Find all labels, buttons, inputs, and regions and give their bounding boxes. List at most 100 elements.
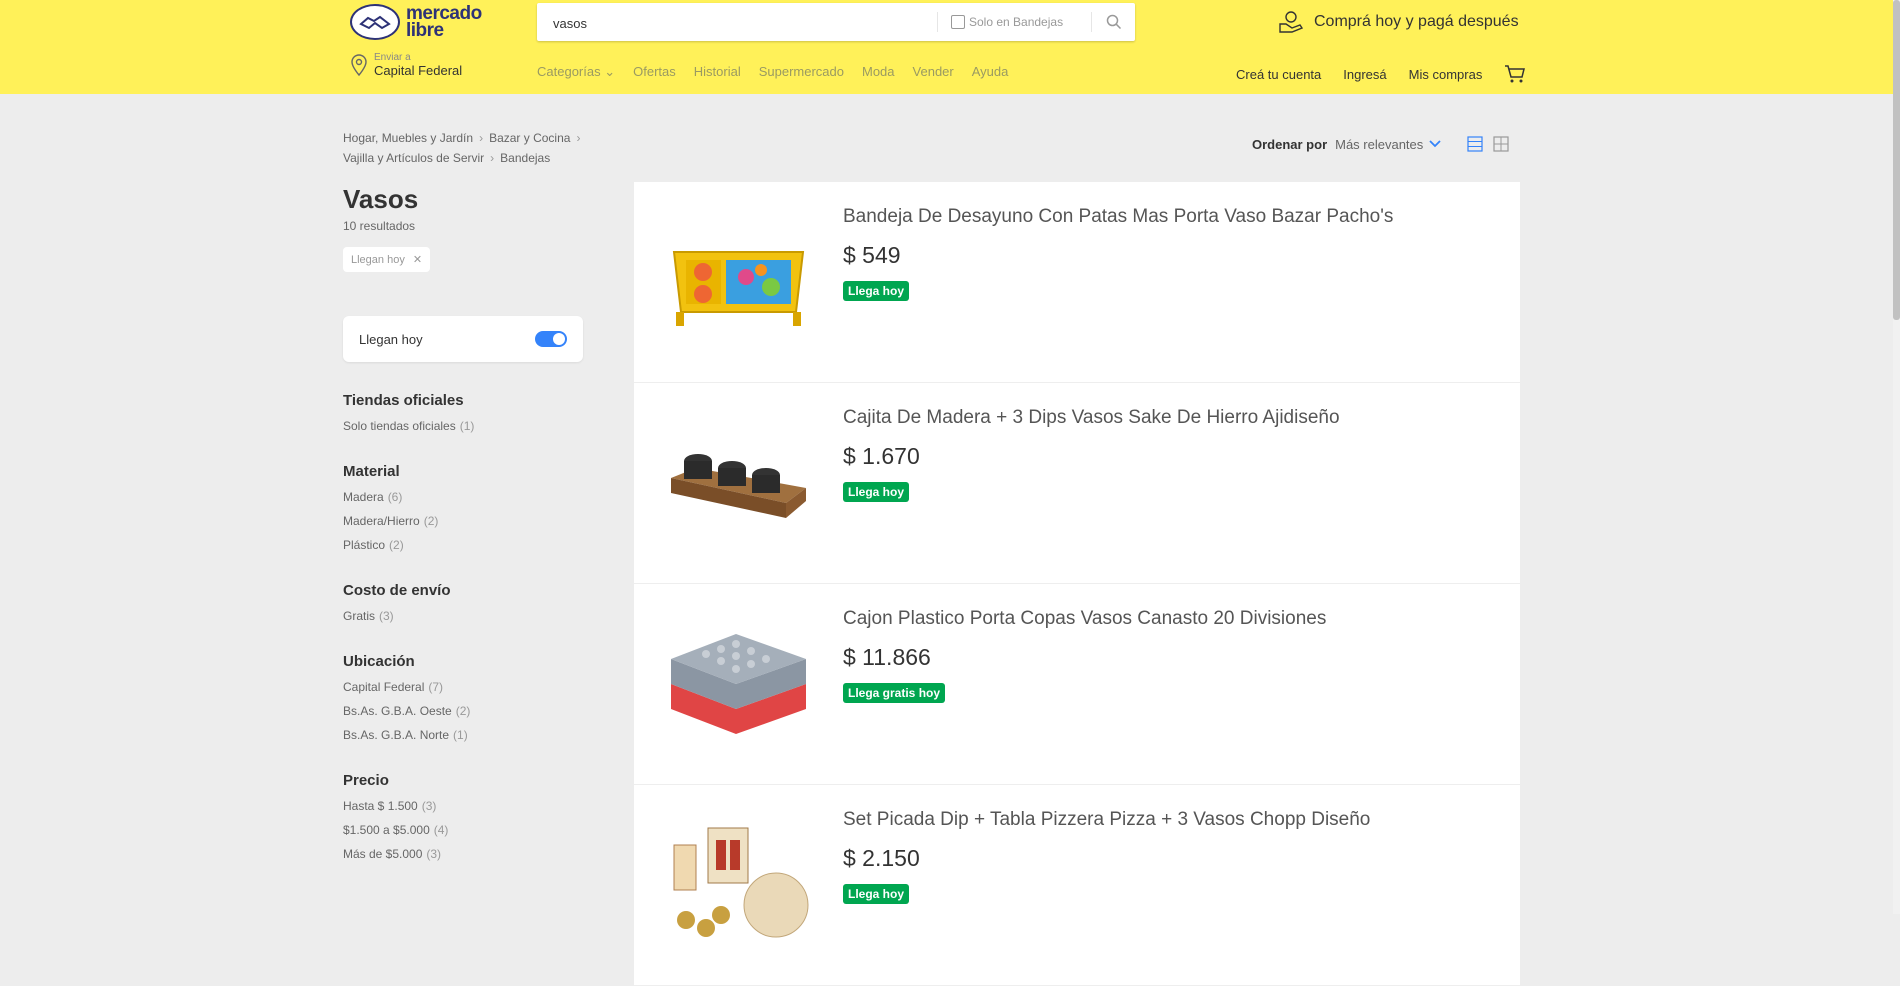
filter-option[interactable]: Capital Federal (7) [343,680,583,694]
filter-group-precio: Precio Hasta $ 1.500 (3) $1.500 a $5.000(… [343,772,583,861]
product-title[interactable]: Bandeja De Desayuno Con Patas Mas Porta … [843,206,1393,228]
filter-group-tiendas: Tiendas oficiales Solo tiendas oficiales… [343,392,583,433]
promo-text: Comprá hoy y pagá después [1314,13,1519,30]
user-nav: Creá tu cuenta Ingresá Mis compras [1236,64,1526,84]
filter-group-envio: Costo de envío Gratis (3) [343,582,583,623]
filters-sidebar: Vasos 10 resultados Llegan hoy ✕ Llegan … [343,184,583,861]
product-title[interactable]: Cajon Plastico Porta Copas Vasos Canasto… [843,608,1326,630]
checkbox-label: Solo en Bandejas [969,15,1064,29]
llegan-hoy-toggle-card: Llegan hoy [343,316,583,362]
product-title[interactable]: Cajita De Madera + 3 Dips Vasos Sake De … [843,407,1340,429]
search-category-checkbox[interactable]: Solo en Bandejas [951,15,1063,29]
product-title[interactable]: Set Picada Dip + Tabla Pizzera Pizza + 3… [843,809,1370,831]
toggle-label: Llegan hoy [359,331,423,347]
filter-title: Tiendas oficiales [343,392,464,409]
product-image[interactable] [666,614,811,754]
shipping-badge: Llega hoy [843,281,910,301]
filter-option[interactable]: Más de $5.000 (3) [343,847,583,861]
nav-vender[interactable]: Vender [913,64,954,80]
filter-option[interactable]: Hasta $ 1.500 (3) [343,799,583,813]
chip-label: Llegan hoy [351,253,405,266]
location-pin-icon [351,54,367,77]
nav-moda[interactable]: Moda [862,64,895,80]
main-nav: Categorías ⌄ Ofertas Historial Supermerc… [537,64,1008,80]
product-image[interactable] [666,212,811,352]
grid-view-icon[interactable] [1493,136,1509,152]
filter-group-material: Material Madera (6) Madera/Hierro (2) Plás… [343,463,583,552]
results-count: 10 resultados [343,219,416,233]
shipping-badge: Llega hoy [843,482,910,502]
login-link[interactable]: Ingresá [1343,67,1386,82]
breadcrumb-item[interactable]: Bazar y Cocina [489,131,570,145]
nav-supermercado[interactable]: Supermercado [759,64,844,80]
cart-icon[interactable] [1504,64,1526,84]
chevron-right-icon: › [490,151,495,165]
breadcrumb-item[interactable]: Vajilla y Artículos de Servir [343,151,484,165]
logo-text: mercado libre [406,3,482,41]
filter-title: Precio [343,772,389,789]
filter-option[interactable]: Madera (6) [343,490,583,504]
mercadolibre-logo[interactable]: mercado libre [350,4,482,40]
filter-title: Material [343,463,400,480]
scrollbar-thumb[interactable] [1893,0,1900,320]
create-account-link[interactable]: Creá tu cuenta [1236,67,1321,82]
filter-option[interactable]: Bs.As. G.B.A. Oeste (2) [343,704,583,718]
chevron-right-icon: › [576,131,581,145]
breadcrumb-item[interactable]: Hogar, Muebles y Jardín [343,131,473,145]
shipping-badge: Llega hoy [843,884,910,904]
product-card[interactable]: Set Picada Dip + Tabla Pizzera Pizza + 3… [634,785,1520,986]
filter-option[interactable]: Gratis (3) [343,609,583,623]
search-button[interactable] [1093,3,1135,41]
chevron-down-icon [1429,140,1441,148]
breadcrumb: Hogar, Muebles y Jardín › Bazar y Cocina › … [343,128,586,168]
nav-categorias[interactable]: Categorías ⌄ [537,64,615,80]
product-card[interactable]: Cajita De Madera + 3 Dips Vasos Sake De … [634,383,1520,584]
location-value: Capital Federal [374,63,463,78]
filter-option[interactable]: Bs.As. G.B.A. Norte (1) [343,728,583,742]
nav-ayuda[interactable]: Ayuda [972,64,1009,80]
sort-dropdown[interactable]: Más relevantes [1335,137,1441,152]
header: mercado libre Solo en Bandejas Comprá ho… [0,0,1893,94]
product-image[interactable] [666,413,811,553]
location-selector[interactable]: Enviar a Capital Federal [350,52,462,78]
product-price: $ 549 [843,242,901,268]
product-card[interactable]: Cajon Plastico Porta Copas Vasos Canasto… [634,584,1520,785]
checkbox-icon[interactable] [951,15,965,29]
chevron-right-icon: › [479,131,484,145]
filter-option[interactable]: Plástico (2) [343,538,583,552]
product-price: $ 11.866 [843,644,931,670]
scrollbar[interactable] [1893,0,1900,914]
page-title: Vasos [343,184,419,214]
toggle-knob [553,333,565,345]
filter-option[interactable]: $1.500 a $5.000 (4) [343,823,583,837]
divider [937,12,938,32]
filter-group-ubicacion: Ubicación Capital Federal (7) Bs.As. G.B.… [343,653,583,742]
nav-historial[interactable]: Historial [694,64,741,80]
product-image[interactable] [666,815,811,955]
sort-label: Ordenar por [1252,136,1328,152]
handshake-icon [350,4,400,40]
filter-option[interactable]: Madera/Hierro (2) [343,514,583,528]
list-view-icon[interactable] [1467,136,1483,152]
product-price: $ 2.150 [843,845,920,871]
my-purchases-link[interactable]: Mis compras [1409,67,1483,82]
search-icon [1106,14,1122,30]
breadcrumb-item[interactable]: Bandejas [500,151,550,165]
nav-ofertas[interactable]: Ofertas [633,64,676,80]
chevron-down-icon: ⌄ [604,64,616,79]
close-icon[interactable]: ✕ [413,253,422,266]
divider [1091,12,1092,32]
search-input[interactable] [551,3,955,43]
llegan-hoy-toggle[interactable] [535,331,567,347]
pay-later-icon [1279,11,1304,33]
location-label: Enviar a [374,52,411,63]
applied-filter-chip[interactable]: Llegan hoy ✕ [343,247,431,272]
filter-title: Costo de envío [343,582,451,599]
filter-title: Ubicación [343,653,415,670]
sort-control: Ordenar por Más relevantes [1252,136,1509,152]
filter-option[interactable]: Solo tiendas oficiales (1) [343,419,583,433]
promo-banner[interactable]: Comprá hoy y pagá después [1278,10,1519,34]
sort-value: Más relevantes [1335,136,1424,152]
product-card[interactable]: Bandeja De Desayuno Con Patas Mas Porta … [634,182,1520,383]
product-price: $ 1.670 [843,443,920,469]
